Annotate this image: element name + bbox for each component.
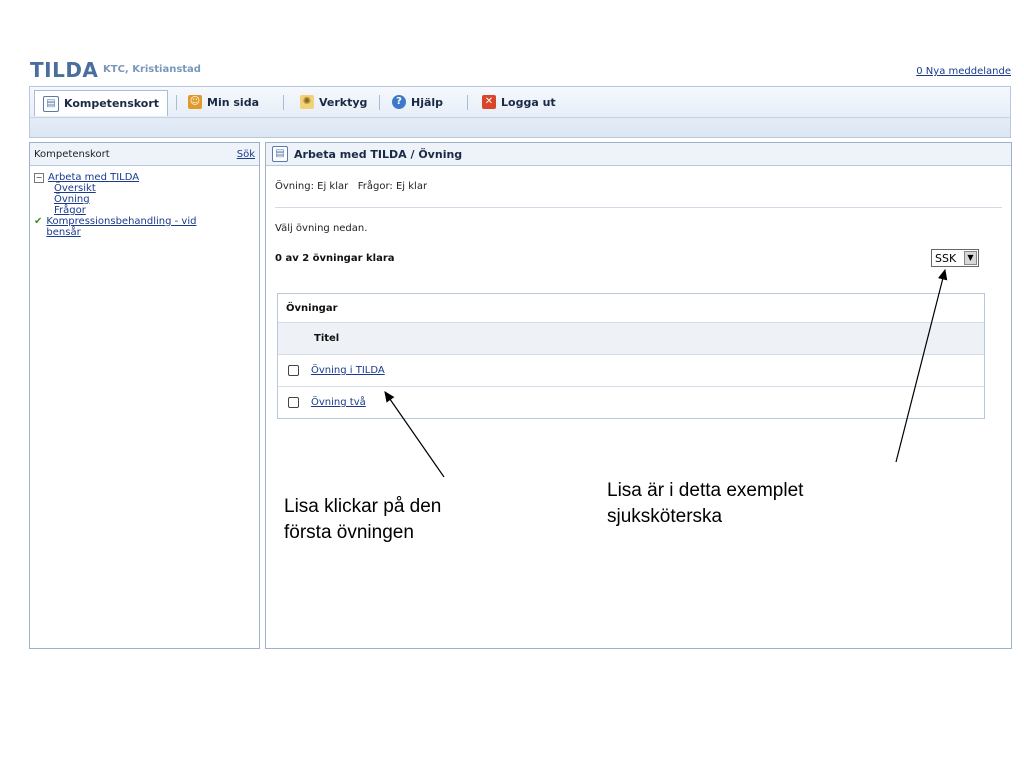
tree-item-fragor[interactable]: Frågor bbox=[54, 205, 86, 216]
sidebar-header: Kompetenskort Sök bbox=[30, 143, 259, 166]
tree-item-arbeta-med-tilda[interactable]: Arbeta med TILDA bbox=[48, 172, 139, 183]
progress-count: 0 av 2 övningar klara bbox=[275, 253, 395, 264]
tree-item-kompressionsbehandling[interactable]: Kompressionsbehandling - vid bbox=[46, 216, 196, 227]
annotation-left-line2: första övningen bbox=[284, 522, 414, 543]
tilda-logo: TILDA bbox=[30, 58, 99, 82]
tree-item-kompressionsbehandling-cont[interactable]: bensår bbox=[46, 227, 80, 238]
card-icon: ▤ bbox=[43, 95, 59, 112]
status-text: Övning: Ej klar Frågor: Ej klar bbox=[275, 181, 428, 192]
tab-separator bbox=[176, 95, 177, 110]
table-caption: Övningar bbox=[278, 294, 984, 323]
card-icon: ▤ bbox=[272, 146, 288, 162]
annotation-left-line1: Lisa klickar på den bbox=[284, 496, 442, 517]
tree-section: ✔ Kompressionsbehandling - vid bensår bbox=[34, 216, 255, 238]
tab-label: Min sida bbox=[207, 95, 259, 109]
sidebar-title: Kompetenskort bbox=[34, 148, 110, 160]
tab-verktyg[interactable]: ✺ Verktyg bbox=[300, 91, 367, 113]
tree-children: Översikt Övning Frågor bbox=[54, 183, 255, 216]
organization-name: KTC, Kristianstad bbox=[103, 64, 201, 75]
row-checkbox[interactable] bbox=[288, 365, 299, 376]
instruction-text: Välj övning nedan. bbox=[275, 223, 368, 234]
tree-item-oversikt[interactable]: Översikt bbox=[54, 183, 96, 194]
page-title: Arbeta med TILDA / Övning bbox=[294, 147, 463, 161]
exercises-table: Övningar Titel Övning i TILDA Övning två bbox=[277, 293, 985, 419]
annotation-right-line2: sjuksköterska bbox=[607, 506, 723, 527]
tree-item-ovning[interactable]: Övning bbox=[54, 194, 90, 205]
main-header: ▤ Arbeta med TILDA / Övning bbox=[266, 143, 1011, 166]
tab-label: Verktyg bbox=[319, 95, 368, 109]
table-row: Övning i TILDA bbox=[278, 355, 984, 387]
tab-label: Logga ut bbox=[501, 95, 556, 109]
tab-kompetenskort[interactable]: ▤ Kompetenskort bbox=[34, 90, 169, 116]
tree-section: − Arbeta med TILDA bbox=[34, 172, 255, 183]
logout-icon: ✕ bbox=[482, 95, 496, 109]
sidebar: Kompetenskort Sök − Arbeta med TILDA Öve… bbox=[29, 142, 260, 649]
collapse-icon[interactable]: − bbox=[34, 173, 44, 183]
annotation-right-line1: Lisa är i detta exemplet bbox=[607, 480, 804, 501]
chevron-down-icon[interactable]: ▼ bbox=[964, 251, 977, 265]
competence-tree: − Arbeta med TILDA Översikt Övning Frågo… bbox=[30, 166, 259, 244]
tab-separator bbox=[283, 95, 284, 110]
exercise-link-2[interactable]: Övning två bbox=[311, 397, 366, 408]
row-checkbox[interactable] bbox=[288, 397, 299, 408]
main-navbar: ▤ Kompetenskort ☺ Min sida ✺ Verktyg ? H… bbox=[29, 86, 1011, 138]
checkmark-icon: ✔ bbox=[34, 216, 43, 227]
exercise-link-1[interactable]: Övning i TILDA bbox=[311, 365, 385, 376]
tab-separator bbox=[379, 95, 380, 110]
table-row: Övning två bbox=[278, 387, 984, 418]
gear-icon: ✺ bbox=[300, 95, 314, 109]
tab-logga-ut[interactable]: ✕ Logga ut bbox=[482, 91, 556, 113]
nav-tab-row: ▤ Kompetenskort ☺ Min sida ✺ Verktyg ? H… bbox=[30, 87, 1010, 118]
tab-label: Hjälp bbox=[411, 95, 444, 109]
role-select-value: SSK bbox=[935, 251, 957, 265]
messages-link[interactable]: 0 Nya meddelande bbox=[916, 66, 1011, 77]
user-icon: ☺ bbox=[188, 95, 202, 109]
divider bbox=[275, 207, 1002, 208]
main-panel: ▤ Arbeta med TILDA / Övning Övning: Ej k… bbox=[265, 142, 1012, 649]
tab-min-sida[interactable]: ☺ Min sida bbox=[188, 91, 259, 113]
tab-hjalp[interactable]: ? Hjälp bbox=[392, 91, 443, 113]
help-icon: ? bbox=[392, 95, 406, 109]
annotation-right: Lisa är i detta exemplet sjuksköterska bbox=[607, 478, 803, 530]
table-column-header: Titel bbox=[278, 323, 984, 355]
tab-label: Kompetenskort bbox=[64, 97, 160, 110]
search-link[interactable]: Sök bbox=[237, 149, 255, 160]
tab-separator bbox=[467, 95, 468, 110]
annotation-left: Lisa klickar på den första övningen bbox=[284, 494, 441, 546]
role-select[interactable]: SSK ▼ bbox=[931, 249, 979, 267]
